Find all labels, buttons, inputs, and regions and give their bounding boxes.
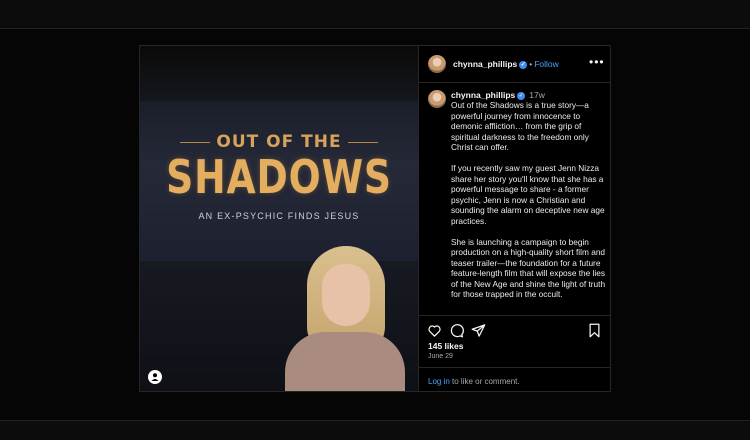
caption-avatar[interactable] xyxy=(428,90,446,108)
portrait-torso xyxy=(285,332,405,391)
caption-header: chynna_phillips ✓ 17w xyxy=(451,90,545,100)
follow-button[interactable]: Follow xyxy=(534,59,559,69)
post-caption: chynna_phillips ✓ 17w Out of the Shadows i… xyxy=(419,82,611,315)
image-top-band xyxy=(140,46,418,101)
post-header: chynna_phillips ✓ • Follow ••• xyxy=(419,46,611,83)
post-date: June 29 xyxy=(428,353,453,360)
image-title-top: OUT OF THE xyxy=(140,132,418,152)
header-separator: • xyxy=(529,59,533,69)
heart-icon[interactable] xyxy=(427,323,443,339)
woman-portrait xyxy=(285,246,405,391)
caption-time[interactable]: 17w xyxy=(529,90,545,100)
avatar[interactable] xyxy=(428,55,446,73)
caption-text: Out of the Shadows is a true story—a pow… xyxy=(451,100,607,310)
user-tag-icon[interactable] xyxy=(148,370,162,384)
header-username[interactable]: chynna_phillips xyxy=(453,59,517,69)
caption-paragraph: If you recently saw my guest Jenn Nizza … xyxy=(451,163,605,226)
likes-count[interactable]: 145 likes xyxy=(428,341,463,351)
login-link[interactable]: Log in xyxy=(428,377,450,386)
browser-bottom-strip xyxy=(0,420,750,440)
image-subtitle: AN EX-PSYCHIC FINDS JESUS xyxy=(198,211,360,221)
login-prompt: Log in to like or comment. xyxy=(428,377,520,386)
login-row: Log in to like or comment. xyxy=(419,367,611,393)
caption-username[interactable]: chynna_phillips xyxy=(451,90,515,100)
action-icons xyxy=(427,323,603,339)
login-text: to like or comment. xyxy=(449,377,520,386)
portrait-face xyxy=(322,264,370,326)
header-user: chynna_phillips ✓ • Follow xyxy=(453,59,559,69)
post-image[interactable]: OUT OF THE SHADOWS AN EX-PSYCHIC FINDS J… xyxy=(140,46,418,391)
post-sidebar: chynna_phillips ✓ • Follow ••• chynna_phill… xyxy=(418,46,611,391)
caption-paragraph: Out of the Shadows is a true story—a pow… xyxy=(451,100,589,152)
more-options-icon[interactable]: ••• xyxy=(589,55,605,69)
verified-badge-icon: ✓ xyxy=(517,91,526,100)
bookmark-icon[interactable] xyxy=(587,323,603,339)
instagram-post: OUT OF THE SHADOWS AN EX-PSYCHIC FINDS J… xyxy=(139,45,611,392)
comment-icon[interactable] xyxy=(449,323,465,339)
image-title-main: SHADOWS xyxy=(166,150,392,204)
browser-top-strip xyxy=(0,0,750,29)
post-actions: 145 likes June 29 Log in to like or comm… xyxy=(419,315,611,392)
share-icon[interactable] xyxy=(471,323,487,339)
caption-paragraph: She is launching a campaign to begin pro… xyxy=(451,236,606,300)
verified-badge-icon: ✓ xyxy=(519,60,528,69)
